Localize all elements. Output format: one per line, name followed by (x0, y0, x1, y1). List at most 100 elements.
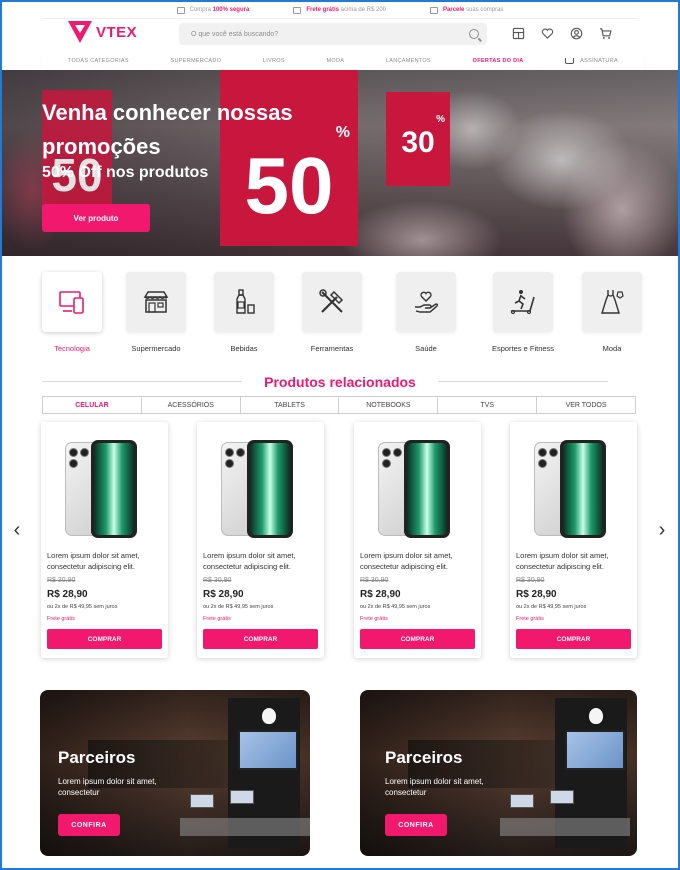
product-card[interactable]: Lorem ipsum dolor sit amet, consectetur … (354, 422, 481, 658)
tab-see-all[interactable]: VER TODOS (537, 397, 635, 413)
nav-item-supermarket[interactable]: SUPERMERCADO (171, 58, 222, 64)
buy-button[interactable]: COMPRAR (203, 629, 318, 649)
devices-icon (59, 291, 84, 314)
product-tabs: CELULAR ACESSÓRIOS TABLETS NOTEBOOKS TVS… (42, 396, 636, 414)
heart-icon[interactable] (541, 27, 554, 40)
category-supermarket[interactable]: Supermercado (124, 272, 188, 353)
product-card[interactable]: Lorem ipsum dolor sit amet, consectetur … (41, 422, 168, 658)
category-fashion[interactable]: Moda (580, 272, 644, 353)
category-sports[interactable]: Esportes e Fitness (491, 272, 555, 353)
camera-lens (225, 459, 234, 468)
view-product-button[interactable]: Ver produto (42, 204, 150, 232)
heart-hand-icon (415, 291, 439, 313)
partner-title: Parceiros (385, 748, 463, 767)
camera-lens (69, 459, 78, 468)
camera-lens (80, 448, 89, 457)
info-text: suas compras (464, 7, 504, 13)
category-technology[interactable]: Tecnologia (40, 272, 104, 353)
nav-item-fashion[interactable]: MODA (327, 58, 345, 64)
bottle-icon (236, 289, 255, 314)
partner-banner[interactable]: Parceiros Lorem ipsum dolor sit amet, co… (40, 690, 310, 856)
camera-lens (538, 448, 547, 457)
tab-phones[interactable]: CELULAR (43, 397, 142, 413)
apple-logo-icon (589, 708, 603, 724)
shield-icon (176, 6, 185, 14)
info-highlight: Frete grátis (306, 7, 339, 13)
camera-lens (393, 448, 402, 457)
divider (438, 381, 608, 382)
old-price: R$ 30,90 (203, 577, 232, 584)
nav-item-launches[interactable]: LANÇAMENTOS (386, 58, 431, 64)
shipping-badge: Frete grátis (47, 616, 75, 622)
see-more-button[interactable]: CONFIRA (385, 814, 447, 836)
tools-icon (319, 289, 344, 313)
camera-lens (549, 448, 558, 457)
compare-icon[interactable] (512, 27, 525, 40)
store-table (500, 818, 630, 836)
partner-banner[interactable]: Parceiros Lorem ipsum dolor sit amet, co… (360, 690, 637, 856)
section-title: Produtos relacionados (264, 374, 416, 390)
camera-lens (382, 459, 391, 468)
product-description: Lorem ipsum dolor sit amet, consectetur … (203, 551, 296, 571)
tab-accessories[interactable]: ACESSÓRIOS (142, 397, 241, 413)
vtex-logo-icon (68, 21, 92, 43)
chevron-right-icon: › (658, 518, 666, 541)
shipping-badge: Frete grátis (516, 616, 544, 622)
tab-tvs[interactable]: TVS (438, 397, 538, 413)
category-box (214, 272, 274, 332)
price: R$ 28,90 (47, 589, 88, 600)
price: R$ 28,90 (203, 589, 244, 600)
hero-banner: 50 50% 30% Venha conhecer nossas promoçõ… (2, 70, 678, 256)
partner-text: Lorem ipsum dolor sit amet, consectetur (58, 777, 157, 797)
category-label: Saúde (415, 344, 437, 353)
see-more-button[interactable]: CONFIRA (58, 814, 120, 836)
product-card[interactable]: Lorem ipsum dolor sit amet, consectetur … (510, 422, 637, 658)
store-display (565, 730, 625, 770)
phone-screen (94, 443, 134, 535)
info-text: acima de R$ 200 (339, 7, 387, 13)
buy-button[interactable]: COMPRAR (516, 629, 631, 649)
store-icon (143, 291, 169, 313)
carousel-next-button[interactable]: › (655, 518, 669, 541)
category-label: Tecnologia (54, 344, 90, 353)
cart-icon[interactable] (599, 27, 612, 40)
treadmill-icon (510, 290, 535, 315)
installments: ou 2x de R$ 49,95 sem juros (516, 604, 587, 610)
nav-item-daily-offers[interactable]: OFERTAS DO DIA (473, 58, 524, 64)
category-drinks[interactable]: Bebidas (212, 272, 276, 353)
category-label: Ferramentas (310, 344, 354, 353)
user-icon[interactable] (570, 27, 583, 40)
category-health[interactable]: Saúde (394, 272, 458, 353)
nav-item-subscription[interactable]: ASSINATURA (565, 58, 618, 64)
carousel-prev-button[interactable]: ‹ (10, 518, 24, 541)
header-actions (512, 27, 612, 40)
store-display (238, 730, 298, 770)
category-label: Supermercado (131, 344, 181, 353)
shipping-badge: Frete grátis (203, 616, 231, 622)
product-description: Lorem ipsum dolor sit amet, consectetur … (516, 551, 609, 571)
header: VTEX O que você está buscando? (42, 20, 638, 50)
info-highlight: Parcele (443, 7, 465, 13)
phone-front (247, 440, 293, 538)
category-tools[interactable]: Ferramentas (300, 272, 364, 353)
search-icon[interactable] (469, 29, 479, 39)
product-image[interactable] (534, 440, 609, 540)
tab-notebooks[interactable]: NOTEBOOKS (339, 397, 439, 413)
nav-item-books[interactable]: LIVROS (263, 58, 285, 64)
product-card[interactable]: Lorem ipsum dolor sit amet, consectetur … (197, 422, 324, 658)
buy-button[interactable]: COMPRAR (360, 629, 475, 649)
product-image[interactable] (65, 440, 140, 540)
shipping-badge: Frete grátis (360, 616, 388, 622)
category-list: Tecnologia Supermercado Bebidas Ferramen… (40, 272, 644, 362)
chevron-left-icon: ‹ (13, 518, 21, 541)
camera-lens (225, 448, 234, 457)
buy-button[interactable]: COMPRAR (47, 629, 162, 649)
search-input[interactable]: O que você está buscando? (179, 23, 487, 45)
product-image[interactable] (221, 440, 296, 540)
logo[interactable]: VTEX (68, 21, 137, 43)
nav-item-all-categories[interactable]: TODAS CATEGORIAS (68, 58, 129, 64)
category-label: Esportes e Fitness (491, 344, 555, 353)
tab-tablets[interactable]: TABLETS (241, 397, 340, 413)
sale-sign-small: 30% (386, 92, 450, 186)
product-image[interactable] (378, 440, 453, 540)
